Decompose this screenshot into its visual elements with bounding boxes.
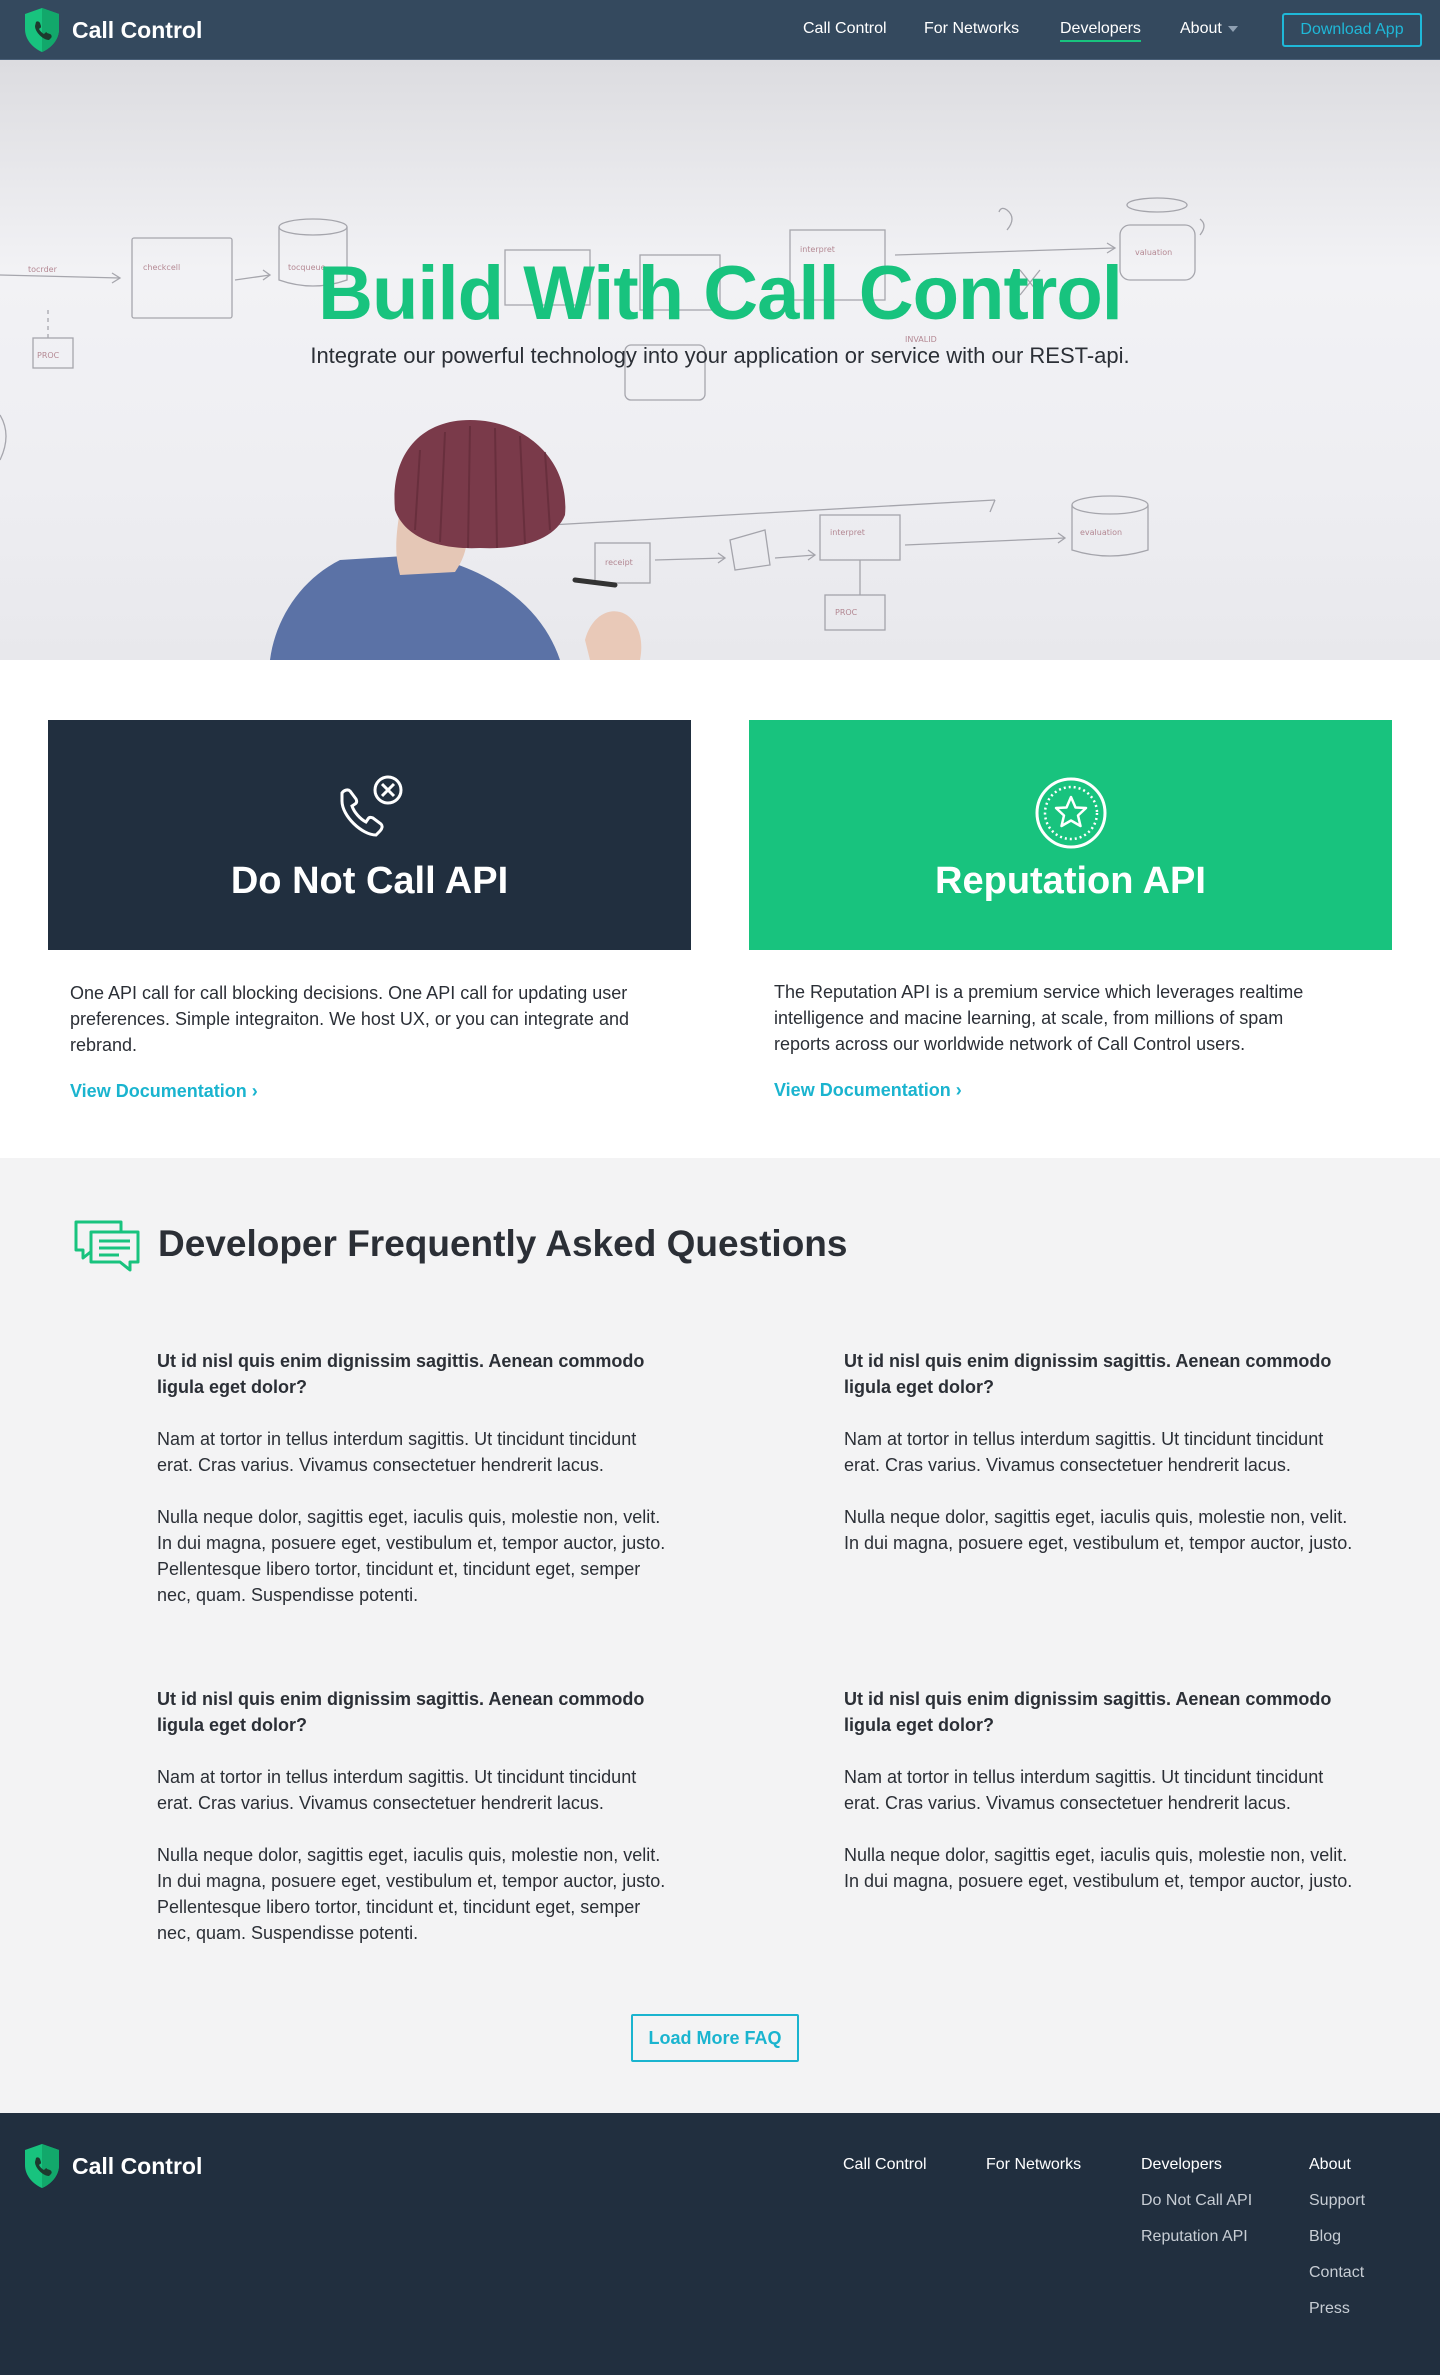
footer-column-for-networks: For Networks: [986, 2156, 1081, 2192]
nav-link-call-control[interactable]: Call Control: [803, 20, 887, 38]
reputation-view-docs-link[interactable]: View Documentation ›: [774, 1080, 962, 1101]
faq-item: Ut id nisl quis enim dignissim sagittis.…: [844, 1686, 1354, 1920]
faq-answer: Nam at tortor in tellus interdum sagitti…: [844, 1767, 1324, 1813]
phone-blocked-icon: [340, 775, 402, 837]
faq-question: Ut id nisl quis enim dignissim sagittis.…: [157, 1689, 645, 1735]
faq-answer: Nulla neque dolor, sagittis eget, iaculi…: [157, 1507, 666, 1605]
shield-phone-icon: [25, 2144, 59, 2188]
faq-answer: Nam at tortor in tellus interdum sagitti…: [157, 1767, 637, 1813]
star-badge-icon: [1035, 777, 1106, 849]
faq-answer: Nulla neque dolor, sagittis eget, iaculi…: [844, 1845, 1353, 1891]
svg-text:interpret: interpret: [830, 528, 865, 537]
footer-link-developers[interactable]: Developers: [1141, 2156, 1252, 2174]
hero-banner: tocrder checkcell tocqueue interpret INV…: [0, 60, 1440, 660]
svg-text:receipt: receipt: [605, 558, 633, 567]
card-title: Do Not Call API: [230, 860, 509, 902]
footer-link-do-not-call-api[interactable]: Do Not Call API: [1141, 2192, 1252, 2210]
footer-brand-name: Call Control: [72, 2152, 203, 2179]
footer-link-call-control[interactable]: Call Control: [843, 2156, 927, 2174]
hero-subtitle: Integrate our powerful technology into y…: [310, 343, 1130, 368]
hero-title: Build With Call Control: [318, 251, 1123, 336]
chevron-down-icon: [1227, 25, 1238, 32]
person-illustration: [270, 420, 642, 660]
footer-column-call-control: Call Control: [843, 2156, 927, 2192]
do-not-call-view-docs-link[interactable]: View Documentation ›: [70, 1081, 258, 1102]
footer-column-developers: Developers Do Not Call API Reputation AP…: [1141, 2156, 1252, 2264]
faq-item: Ut id nisl quis enim dignissim sagittis.…: [157, 1686, 667, 1972]
footer-link-press[interactable]: Press: [1309, 2300, 1365, 2318]
brand-logo[interactable]: Call Control: [22, 7, 202, 53]
nav-link-developers[interactable]: Developers: [1060, 20, 1141, 42]
download-app-button[interactable]: Download App: [1282, 13, 1422, 47]
footer-link-support[interactable]: Support: [1309, 2192, 1365, 2210]
faq-heading: Developer Frequently Asked Questions: [158, 1223, 848, 1264]
do-not-call-api-description: One API call for call blocking decisions…: [70, 983, 629, 1055]
nav-link-about[interactable]: About: [1180, 20, 1238, 38]
nav-link-for-networks[interactable]: For Networks: [924, 20, 1019, 38]
footer-brand-logo[interactable]: Call Control: [22, 2143, 202, 2189]
do-not-call-api-card[interactable]: Do Not Call API: [48, 720, 691, 950]
faq-answer: Nam at tortor in tellus interdum sagitti…: [844, 1429, 1324, 1475]
faq-question: Ut id nisl quis enim dignissim sagittis.…: [844, 1351, 1332, 1397]
footer-link-for-networks[interactable]: For Networks: [986, 2156, 1081, 2174]
reputation-api-description: The Reputation API is a premium service …: [774, 982, 1304, 1054]
faq-answer: Nulla neque dolor, sagittis eget, iaculi…: [844, 1507, 1353, 1553]
chat-bubbles-icon: [74, 1220, 140, 1272]
nav-link-about-label: About: [1180, 20, 1222, 37]
reputation-api-card[interactable]: Reputation API: [749, 720, 1392, 950]
faq-section: Developer Frequently Asked Questions Ut …: [0, 1158, 1440, 2113]
faq-question: Ut id nisl quis enim dignissim sagittis.…: [157, 1351, 645, 1397]
footer-link-blog[interactable]: Blog: [1309, 2228, 1365, 2246]
faq-answer: Nam at tortor in tellus interdum sagitti…: [157, 1429, 637, 1475]
footer-link-reputation-api[interactable]: Reputation API: [1141, 2228, 1252, 2246]
footer: Call Control Call Control For Networks D…: [0, 2113, 1440, 2375]
svg-text:PROC: PROC: [835, 608, 858, 617]
svg-text:evaluation: evaluation: [1080, 528, 1122, 537]
top-navbar: Call Control Call Control For Networks D…: [0, 0, 1440, 60]
brand-name: Call Control: [72, 16, 203, 43]
faq-answer: Nulla neque dolor, sagittis eget, iaculi…: [157, 1845, 666, 1943]
footer-link-contact[interactable]: Contact: [1309, 2264, 1365, 2282]
shield-phone-icon: [25, 8, 59, 52]
footer-column-about: About Support Blog Contact Press: [1309, 2156, 1365, 2336]
faq-question: Ut id nisl quis enim dignissim sagittis.…: [844, 1689, 1332, 1735]
faq-item: Ut id nisl quis enim dignissim sagittis.…: [844, 1348, 1354, 1582]
footer-link-about[interactable]: About: [1309, 2156, 1365, 2174]
card-title: Reputation API: [935, 860, 1206, 902]
load-more-faq-button[interactable]: Load More FAQ: [631, 2014, 799, 2062]
faq-item: Ut id nisl quis enim dignissim sagittis.…: [157, 1348, 667, 1634]
